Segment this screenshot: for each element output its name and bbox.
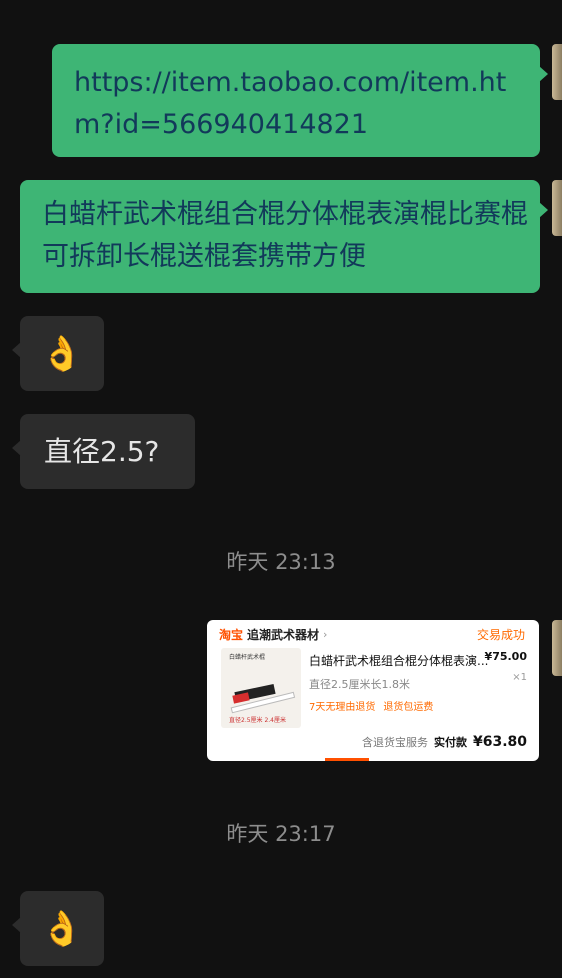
ok-hand-emoji: 👌 — [40, 908, 84, 949]
outgoing-product-title-message[interactable]: 白蜡杆武术棍组合棍分体棍表演棍比赛棍可拆卸长棍送棍套携带方便 — [20, 180, 548, 293]
service-tags: 7天无理由退货 退货包运费 — [309, 698, 433, 713]
timestamp: 昨天 23:13 — [226, 550, 336, 574]
order-card-header: 淘宝 追潮武术器材 › 交易成功 — [219, 624, 525, 644]
thumbnail-caption: 直径2.5厘米 2.4厘米 — [229, 717, 286, 724]
self-avatar[interactable] — [552, 44, 562, 100]
item-spec: 直径2.5厘米长1.8米 — [309, 678, 410, 691]
timestamp: 昨天 23:17 — [226, 822, 336, 846]
paid-label: 实付款 — [433, 736, 467, 749]
order-card[interactable]: 淘宝 追潮武术器材 › 交易成功 白蜡杆武术棍 直径2.5厘米 2.4厘米 白蜡… — [207, 620, 539, 761]
self-avatar[interactable] — [552, 180, 562, 236]
outgoing-link-message[interactable]: https://item.taobao.com/item.htm?id=5669… — [52, 44, 548, 157]
incoming-ok-emoji-message[interactable]: 👌 — [12, 891, 104, 966]
tag-7day-return: 7天无理由退货 — [309, 702, 376, 713]
self-avatar[interactable] — [552, 620, 562, 676]
shop-name[interactable]: 追潮武术器材 — [247, 626, 319, 643]
product-thumbnail[interactable]: 白蜡杆武术棍 直径2.5厘米 2.4厘米 — [221, 648, 301, 728]
item-price: ¥75.00 — [484, 650, 527, 663]
product-title-text: 白蜡杆武术棍组合棍分体棍表演棍比赛棍可拆卸长棍送棍套携带方便 — [42, 199, 528, 272]
return-service-label: 含退货宝服务 — [361, 736, 428, 749]
item-quantity: ×1 — [512, 672, 527, 683]
taobao-logo: 淘宝 — [219, 627, 244, 642]
link-text[interactable]: https://item.taobao.com/item.htm?id=5669… — [74, 67, 506, 140]
question-text: 直径2.5? — [44, 435, 160, 468]
paid-amount: ¥63.80 — [472, 734, 527, 750]
chevron-right-icon: › — [323, 627, 328, 641]
ok-hand-emoji: 👌 — [40, 333, 84, 374]
incoming-ok-emoji-message[interactable]: 👌 — [12, 316, 104, 391]
tag-return-shipping: 退货包运费 — [383, 702, 434, 713]
order-status: 交易成功 — [476, 627, 525, 642]
item-title: 白蜡杆武术棍组合棍分体棍表演... — [309, 654, 489, 668]
card-accent-bar — [325, 758, 369, 761]
incoming-question-message[interactable]: 直径2.5? — [12, 414, 195, 489]
payment-summary: 含退货宝服务 实付款 ¥63.80 — [362, 734, 527, 750]
